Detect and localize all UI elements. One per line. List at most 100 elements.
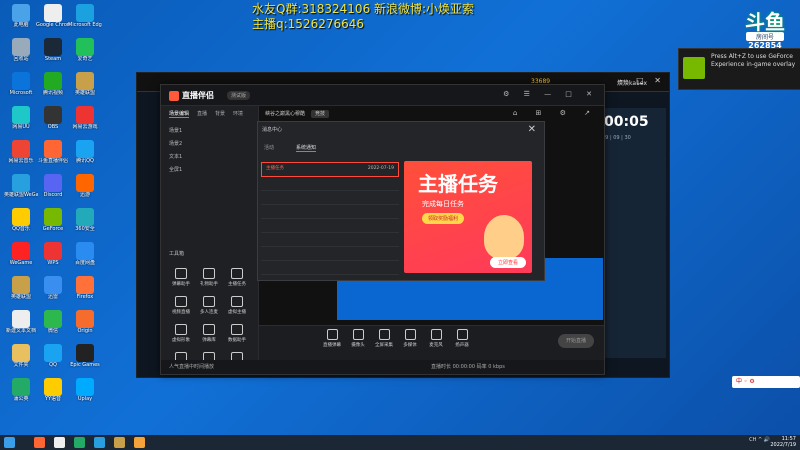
toolbox-item[interactable]: 弹幕库	[195, 322, 223, 350]
desktop-icon-label: 回收站	[13, 56, 29, 62]
ime-toolbar[interactable]: 中 ◦ ⚙	[732, 376, 800, 388]
taskbar-app-icon[interactable]	[34, 437, 45, 448]
desktop-icon[interactable]: Microsoft Edge	[68, 4, 102, 40]
tab-env[interactable]: 环境	[233, 111, 243, 117]
desktop-icon[interactable]: 英雄联盟	[4, 276, 38, 312]
bg-window-controls[interactable]: — □ ✕	[618, 76, 665, 85]
content-header-icons[interactable]: ⌂ ⊞ ⚙ ↗	[513, 109, 598, 117]
message-item-task[interactable]: 主播任务 2022-07-19	[261, 162, 399, 177]
desktop-icon[interactable]: 网易云音乐	[4, 140, 38, 176]
tab-background[interactable]: 背景	[215, 111, 225, 117]
desktop-icon[interactable]: Uplay	[68, 378, 102, 414]
desktop-icon-label: Discord	[43, 192, 63, 198]
toolbox-item[interactable]: 弹幕助手	[167, 266, 195, 294]
tool-icon	[203, 268, 215, 279]
tool-icon	[175, 324, 187, 335]
desktop-icon[interactable]: 百度网盘	[68, 242, 102, 278]
toolbar-button[interactable]: 麦克风	[423, 329, 449, 348]
tab-live[interactable]: 直播	[197, 111, 207, 117]
desktop-icon[interactable]: 文件夹	[4, 344, 38, 380]
desktop-icon[interactable]: Steam	[36, 38, 70, 74]
desktop-icon[interactable]: 腾讯QQ	[68, 140, 102, 176]
app-icon	[12, 106, 30, 124]
geforce-notification[interactable]: Press Alt+Z to use GeForce Experience in…	[678, 48, 800, 90]
desktop-icon-label: 360安全	[75, 226, 95, 232]
system-tray[interactable]: CH ^ 🔊	[749, 437, 770, 443]
close-icon[interactable]: ✕	[528, 124, 536, 135]
toolbox-item[interactable]: 视频直播	[167, 294, 195, 322]
toolbox-item[interactable]: 数据助手	[223, 322, 251, 350]
desktop-icon[interactable]: 网易UU	[4, 106, 38, 142]
desktop-icon[interactable]: Microsoft	[4, 72, 38, 108]
desktop-icon[interactable]: 爱奇艺	[68, 38, 102, 74]
desktop-icon[interactable]: Firefox	[68, 276, 102, 312]
desktop-icon[interactable]: 腾讯视频	[36, 72, 70, 108]
desktop-icon[interactable]: WeGame	[4, 242, 38, 278]
desktop-icon[interactable]: 英雄联盟WeGame版	[4, 174, 38, 210]
window-controls[interactable]: ⚙ ☰ — □ ✕	[503, 90, 598, 98]
desktop-icon[interactable]: WPS	[36, 242, 70, 278]
desktop-icon-label: 此电脑	[13, 22, 29, 28]
desktop-icon[interactable]: 迅游	[68, 174, 102, 210]
toolbar-button[interactable]: 全屏采集	[371, 329, 397, 348]
toolbar-label: 扬声器	[455, 343, 469, 348]
toolbar-button[interactable]: 多媒体	[397, 329, 423, 348]
desktop-icon[interactable]: 微信	[36, 310, 70, 346]
toolbar-button[interactable]: 直播弹幕	[319, 329, 345, 348]
windows-start-icon[interactable]	[4, 437, 15, 448]
tool-label: 虚拟主播	[228, 310, 246, 315]
desktop-icon[interactable]: OBS	[36, 106, 70, 142]
desktop-icon[interactable]: 蒲公英	[4, 378, 38, 414]
desktop-icon[interactable]: YY语音	[36, 378, 70, 414]
app-icon	[44, 310, 62, 328]
toolbox-item[interactable]: 主播任务	[223, 266, 251, 294]
taskbar-clock[interactable]: 11:57 2022/7/19	[770, 436, 796, 448]
desktop-icon[interactable]: QQ	[36, 344, 70, 380]
clock-date: 2022/7/19	[770, 442, 796, 448]
scene-item[interactable]: 场景1	[161, 124, 258, 137]
view-now-button[interactable]: 立即查看	[489, 257, 526, 268]
desktop-icon[interactable]: QQ音乐	[4, 208, 38, 244]
desktop-icon[interactable]: Epic Games	[68, 344, 102, 380]
desktop-icon[interactable]: Discord	[36, 174, 70, 210]
desktop-icon[interactable]: 回收站	[4, 38, 38, 74]
toolbar-button[interactable]: 扬声器	[449, 329, 475, 348]
scene-item[interactable]: 文本1	[161, 150, 258, 163]
scene-item[interactable]: 场景2	[161, 137, 258, 150]
desktop-icon[interactable]: 此电脑	[4, 4, 38, 40]
version-badge[interactable]: 测试版	[227, 91, 251, 100]
desktop-icon[interactable]: 迅雷	[36, 276, 70, 312]
tab-activity[interactable]: 活动	[264, 145, 274, 151]
room-title[interactable]: 峡谷之巅黑心穆酷	[265, 111, 305, 117]
desktop-icon[interactable]: Google Chrome	[36, 4, 70, 40]
toolbar-button[interactable]: 摄像头	[345, 329, 371, 348]
toolbox-item[interactable]: 虚拟主播	[223, 294, 251, 322]
desktop-icon[interactable]: 新建文本文档	[4, 310, 38, 346]
tab-system-notice[interactable]: 系统通知	[296, 145, 317, 152]
taskbar-app-icon[interactable]	[94, 437, 105, 448]
chrome-icon[interactable]	[54, 437, 65, 448]
taskbar-app-icon[interactable]	[114, 437, 125, 448]
toolbox-item[interactable]: 礼物助手	[195, 266, 223, 294]
toolbox-item[interactable]: 多人连麦	[195, 294, 223, 322]
go-live-button[interactable]: 开始直播	[558, 334, 594, 348]
task-banner[interactable]: 主播任务 完成每日任务 领取奖励福利 立即查看	[404, 161, 532, 273]
desktop-icon[interactable]: 斗鱼直播伴侣	[36, 140, 70, 176]
tab-scene-edit[interactable]: 场景编辑	[169, 111, 190, 118]
desktop-icon[interactable]: Origin	[68, 310, 102, 346]
taskbar-app-icon[interactable]	[74, 437, 85, 448]
desktop-icon-label: GeForce	[42, 226, 64, 232]
scene-item[interactable]: 全屏1	[161, 163, 258, 176]
category-tag[interactable]: 竞技	[311, 110, 330, 118]
douyu-companion-icon[interactable]	[134, 437, 145, 448]
toolbox-item[interactable]: 虚拟形象	[167, 322, 195, 350]
desktop-icon[interactable]: GeForce	[36, 208, 70, 244]
desktop-icon[interactable]: 网易云游戏	[68, 106, 102, 142]
app-brand: 直播伴侣	[169, 90, 214, 101]
app-icon	[76, 72, 94, 90]
desktop-icon[interactable]: 英雄联盟	[68, 72, 102, 108]
desktop-icon[interactable]: 360安全	[68, 208, 102, 244]
app-icon	[44, 344, 62, 362]
desktop-icon-label: Origin	[77, 328, 93, 334]
desktop-icon-label: 腾讯视频	[42, 90, 63, 96]
